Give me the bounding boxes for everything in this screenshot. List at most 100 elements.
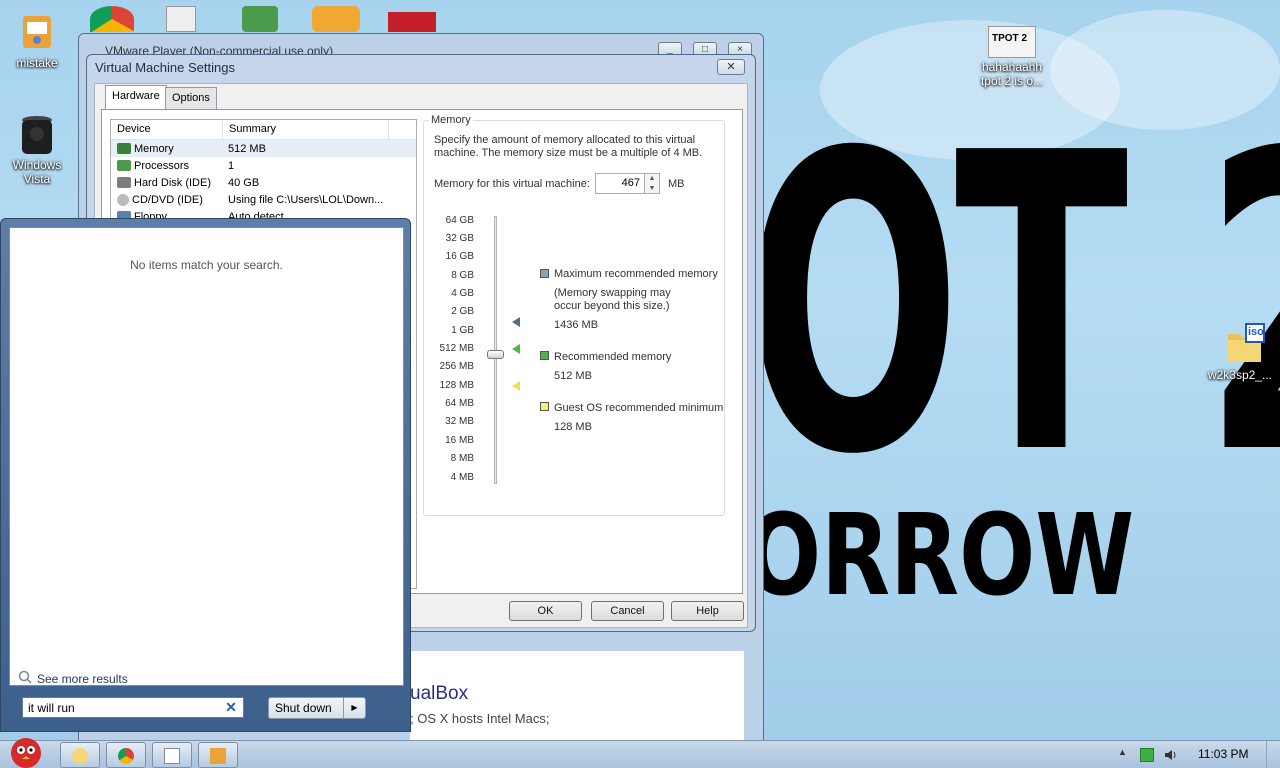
- recycle-bin-icon: [15, 112, 59, 156]
- minimum-memory-value: 128 MB: [554, 421, 592, 433]
- memory-input[interactable]: 467: [595, 173, 645, 194]
- memory-unit: MB: [668, 178, 685, 190]
- wallpaper-subtitle: ORROW: [745, 491, 1135, 621]
- column-summary[interactable]: Summary: [223, 120, 389, 139]
- desktop-icon-iso[interactable]: iso w2k3sp2_...: [1202, 322, 1278, 382]
- desktop-icon-mistake[interactable]: mistake: [0, 10, 74, 70]
- sun-icon: [72, 748, 88, 764]
- wallpaper-title: OT 2: [745, 66, 1280, 544]
- shutdown-button[interactable]: Shut down ▶: [268, 697, 366, 719]
- minimum-memory-label: Guest OS recommended minimum: [554, 402, 724, 414]
- document-icon: TPOT 2: [988, 26, 1036, 58]
- tab-options[interactable]: Options: [165, 87, 217, 109]
- device-name: Hard Disk (IDE): [134, 176, 212, 189]
- ok-button[interactable]: OK: [509, 601, 582, 621]
- game-icon[interactable]: [312, 6, 360, 32]
- search-icon: [18, 670, 32, 687]
- max-memory-marker: [512, 317, 520, 327]
- recommended-memory-label: Recommended memory: [554, 351, 672, 363]
- no-results-message: No items match your search.: [130, 258, 283, 272]
- device-row-processors[interactable]: Processors 1: [111, 157, 416, 174]
- shutdown-options-arrow-icon[interactable]: ▶: [343, 698, 365, 718]
- scale-label: 16 MB: [445, 435, 474, 446]
- scale-label: 16 GB: [445, 251, 474, 262]
- clear-search-icon[interactable]: ✕: [223, 699, 239, 715]
- processor-icon: [117, 160, 131, 171]
- max-memory-note: (Memory swapping may occur beyond this s…: [554, 287, 671, 312]
- chrome-icon: [118, 748, 134, 764]
- scale-label: 4 MB: [450, 472, 474, 483]
- device-summary: 40 GB: [228, 176, 260, 189]
- device-summary: 512 MB: [228, 142, 266, 155]
- volume-icon[interactable]: [1164, 748, 1178, 762]
- tab-hardware[interactable]: Hardware: [105, 85, 167, 110]
- device-name: Processors: [134, 159, 190, 172]
- taskbar: ▲ 11:03 PM: [0, 738, 1280, 768]
- scale-label: 32 GB: [445, 233, 474, 244]
- desktop-icon-tpot[interactable]: TPOT 2 hahahaahh tpot 2 is o...: [974, 26, 1050, 88]
- scale-label: 64 GB: [445, 215, 474, 226]
- scale-label: 8 GB: [451, 270, 474, 281]
- show-desktop-button[interactable]: [1266, 741, 1280, 768]
- scale-label: 32 MB: [445, 416, 474, 427]
- scale-label: 512 MB: [439, 343, 474, 354]
- notepad-icon: [164, 748, 180, 764]
- max-memory-value: 1436 MB: [554, 319, 599, 331]
- shutdown-label: Shut down: [275, 701, 332, 715]
- search-input[interactable]: it will run: [22, 697, 244, 718]
- shield-icon[interactable]: [242, 6, 278, 32]
- memory-group-label: Memory: [429, 114, 473, 126]
- chrome-icon[interactable]: [90, 6, 134, 32]
- recommended-memory-swatch: [540, 351, 549, 360]
- scale-label: 2 GB: [451, 306, 474, 317]
- desktop-icon-label: hahahaahh tpot 2 is o...: [980, 60, 1044, 88]
- cd-icon: [117, 193, 129, 206]
- cards-icon[interactable]: [166, 6, 196, 32]
- close-icon[interactable]: ✕: [717, 59, 745, 75]
- max-memory-swatch: [540, 269, 549, 278]
- device-row-cd-dvd[interactable]: CD/DVD (IDE) Using file C:\Users\LOL\Dow…: [111, 191, 416, 208]
- recommended-memory-marker: [512, 344, 520, 354]
- desktop-icon-label: Windows Vista: [12, 158, 62, 186]
- clock[interactable]: 11:03 PM: [1198, 747, 1248, 761]
- flag-icon[interactable]: [388, 12, 436, 32]
- taskbar-explorer[interactable]: [60, 742, 100, 768]
- memory-input-label: Memory for this virtual machine:: [434, 178, 590, 190]
- search-results-panel: No items match your search. See more res…: [9, 227, 404, 686]
- desktop-icon-windows-vista[interactable]: Windows Vista: [0, 112, 74, 186]
- taskbar-vmware[interactable]: [198, 742, 238, 768]
- dialog-title: Virtual Machine Settings: [95, 60, 235, 75]
- device-row-memory[interactable]: Memory 512 MB: [111, 140, 416, 157]
- memory-slider-thumb[interactable]: [487, 350, 504, 359]
- content-text: ; OS X hosts Intel Macs;: [410, 711, 550, 726]
- device-row-hard-disk[interactable]: Hard Disk (IDE) 40 GB: [111, 174, 416, 191]
- program-icon: [15, 10, 59, 54]
- desktop-icon-label: w2k3sp2_...: [1207, 368, 1273, 382]
- minimum-memory-marker: [512, 381, 520, 391]
- device-summary: 1: [228, 159, 235, 172]
- memory-stepper[interactable]: ▲ ▼: [644, 173, 660, 194]
- see-more-label: See more results: [37, 671, 128, 686]
- device-list-header: Device Summary: [111, 120, 416, 140]
- desktop-icon-label: mistake: [16, 56, 58, 70]
- device-name: Memory: [134, 142, 174, 155]
- memory-group: Memory Specify the amount of memory allo…: [423, 114, 725, 516]
- network-icon[interactable]: [1140, 748, 1154, 762]
- start-button[interactable]: [2, 731, 52, 768]
- scale-label: 4 GB: [451, 288, 474, 299]
- vmware-icon: [210, 748, 226, 764]
- taskbar-chrome[interactable]: [106, 742, 146, 768]
- tray-expand-icon[interactable]: ▲: [1118, 747, 1127, 757]
- recommended-memory-value: 512 MB: [554, 370, 592, 382]
- minimum-memory-swatch: [540, 402, 549, 411]
- column-device[interactable]: Device: [111, 120, 223, 139]
- taskbar-notepad[interactable]: [152, 742, 192, 768]
- see-more-results-link[interactable]: See more results: [18, 670, 128, 687]
- device-name: CD/DVD (IDE): [132, 193, 203, 206]
- help-button[interactable]: Help: [671, 601, 744, 621]
- memory-description: Specify the amount of memory allocated t…: [434, 134, 703, 159]
- cancel-button[interactable]: Cancel: [591, 601, 664, 621]
- vmware-home-content: ualBox ; OS X hosts Intel Macs;: [409, 651, 744, 743]
- content-heading[interactable]: ualBox: [410, 683, 468, 705]
- scale-label: 64 MB: [445, 398, 474, 409]
